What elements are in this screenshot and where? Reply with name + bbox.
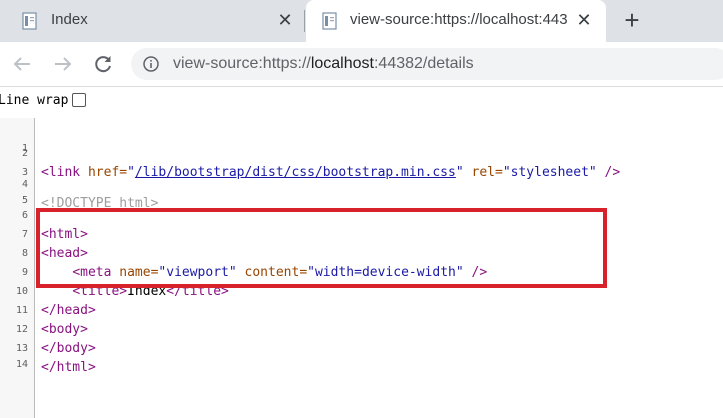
back-arrow-icon[interactable] [10,52,34,76]
address-bar[interactable]: view-source:https://localhost:44382/deta… [131,48,723,80]
tab-view-source[interactable]: view-source:https://localhost:44382/deta… [306,0,606,42]
tag: </html> [41,360,96,375]
url-host: localhost [310,55,374,72]
tab-separator [304,10,305,32]
url-rest: :44382/details [373,55,474,72]
forward-arrow-icon[interactable] [51,52,75,76]
line-wrap-label: Line wrap [0,92,69,108]
close-icon[interactable]: ✕ [275,10,295,30]
toolbar: view-source:https://localhost:44382/deta… [0,42,723,87]
line-wrap-checkbox[interactable] [72,93,87,107]
page-icon [22,12,37,30]
close-icon[interactable]: ✕ [574,10,594,30]
info-icon[interactable] [143,56,159,72]
reload-icon[interactable] [91,52,115,76]
tab-title: view-source:https://localhost:44382/deta… [350,11,568,28]
tab-index[interactable]: Index ✕ [0,0,305,42]
highlight-box [36,208,607,288]
tab-strip: Index ✕ view-source:https://localhost:44… [0,0,723,42]
source-line: 12 </body> [0,301,723,356]
new-tab-icon[interactable]: + [620,7,644,33]
source-line: 6 <html> [0,187,723,242]
url-text[interactable]: view-source:https://localhost:44382/deta… [173,55,474,73]
url-scheme: view-source:https:// [173,55,311,72]
source-line: 14 [0,336,723,370]
tab-title: Index [51,11,88,28]
line-wrap-control: Line wrap [0,90,87,110]
line-number: 14 [15,359,28,370]
page-icon [322,12,337,30]
source-line: 2 <link href="/lib/bootstrap/dist/css/bo… [0,125,723,180]
